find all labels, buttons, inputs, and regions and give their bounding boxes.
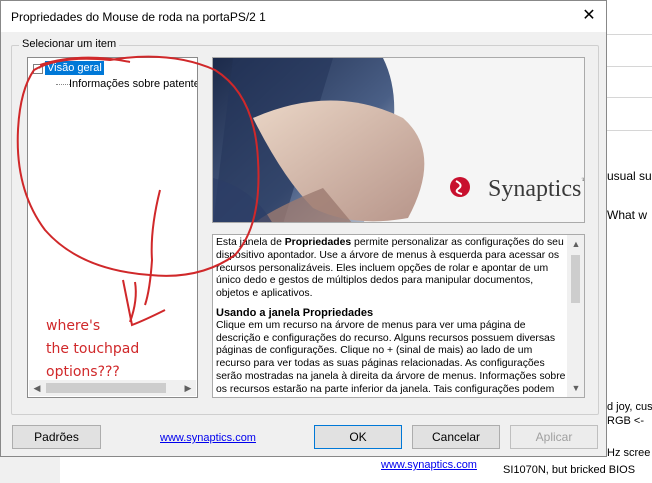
description-paragraph: Esta janela de Propriedades permite pers… xyxy=(216,237,564,300)
bg-text: RGB <- xyxy=(607,415,644,427)
apply-button[interactable]: Aplicar xyxy=(510,425,598,449)
tree-item-patents[interactable]: Informações sobre patentes xyxy=(69,78,197,90)
cancel-button[interactable]: Cancelar xyxy=(412,425,500,449)
synaptics-link[interactable]: www.synaptics.com xyxy=(160,432,256,444)
properties-dialog: Propriedades do Mouse de roda na portaPS… xyxy=(0,0,607,457)
group-label: Selecionar um item xyxy=(19,38,120,50)
dialog-title: Propriedades do Mouse de roda na portaPS… xyxy=(11,10,266,24)
tree-connector xyxy=(56,78,70,85)
bg-text: d joy, cus xyxy=(607,401,652,413)
title-bar: Propriedades do Mouse de roda na portaPS… xyxy=(1,1,606,32)
scroll-down-icon[interactable]: ▼ xyxy=(569,381,583,395)
bg-text: SI1070N, but bricked BIOS xyxy=(503,464,636,476)
bg-text: Hz scree xyxy=(607,447,651,459)
defaults-button[interactable]: Padrões xyxy=(12,425,101,449)
bg-panel xyxy=(0,455,60,483)
scroll-up-icon[interactable]: ▲ xyxy=(569,237,583,251)
bg-text: What w xyxy=(607,208,648,222)
synaptics-banner-image: Synaptics™ xyxy=(212,57,585,223)
vertical-scrollbar[interactable]: ▲ ▼ xyxy=(567,235,584,397)
scroll-thumb[interactable] xyxy=(46,383,166,393)
description-paragraph: Clique em um recurso na árvore de menus … xyxy=(216,319,566,395)
collapse-icon[interactable]: − xyxy=(33,64,43,74)
synaptics-wordmark: Synaptics™ xyxy=(488,176,584,202)
bg-divider xyxy=(607,130,652,131)
annotation-text: where's the touchpad options??? xyxy=(46,318,140,380)
bg-divider xyxy=(607,97,652,98)
tree-item-overview[interactable]: − Visão geral xyxy=(28,58,197,76)
bg-divider xyxy=(607,34,652,35)
bg-divider xyxy=(607,66,652,67)
ok-button[interactable]: OK xyxy=(314,425,402,449)
description-heading: Usando a janela Propriedades xyxy=(216,306,374,319)
close-icon[interactable]: ✕ xyxy=(577,5,601,27)
description-panel: Esta janela de Propriedades permite pers… xyxy=(212,234,585,398)
scroll-thumb[interactable] xyxy=(571,255,580,303)
synaptics-logo-icon xyxy=(450,177,470,197)
bg-text: usual su xyxy=(607,169,652,183)
bg-synaptics-link[interactable]: www.synaptics.com xyxy=(381,459,477,471)
scroll-right-icon[interactable]: ▶ xyxy=(181,381,195,395)
scroll-left-icon[interactable]: ◀ xyxy=(30,381,44,395)
tree-item-label[interactable]: Visão geral xyxy=(45,61,104,75)
